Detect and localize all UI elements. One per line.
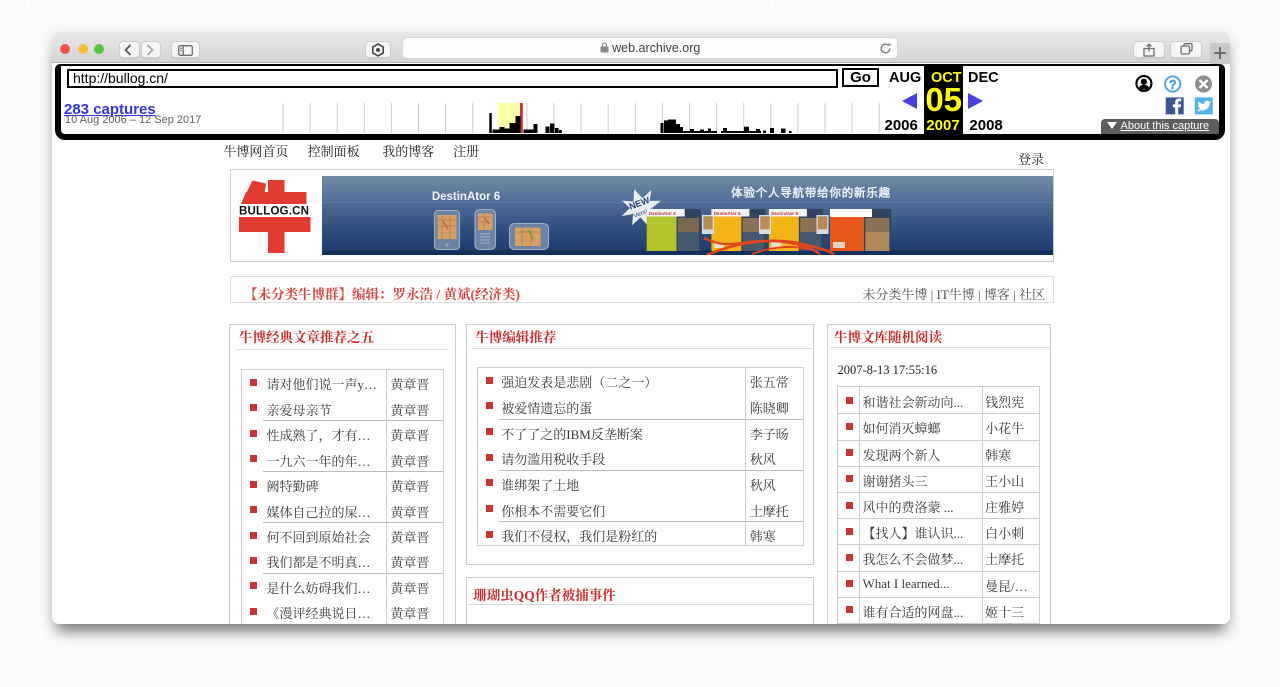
svg-text:DestinAtor 6: DestinAtor 6 [771,211,798,216]
svg-text:?: ? [1169,76,1177,91]
svg-text:体验个人导航带给你的新乐趣: 体验个人导航带给你的新乐趣 [731,185,891,199]
svg-text:DestinAtor 6: DestinAtor 6 [714,211,741,216]
svg-text:DestinAtor 6: DestinAtor 6 [649,211,676,216]
svg-text:BULLOG.CN: BULLOG.CN [239,206,309,218]
svg-text:DestinAtor 6: DestinAtor 6 [432,191,500,203]
